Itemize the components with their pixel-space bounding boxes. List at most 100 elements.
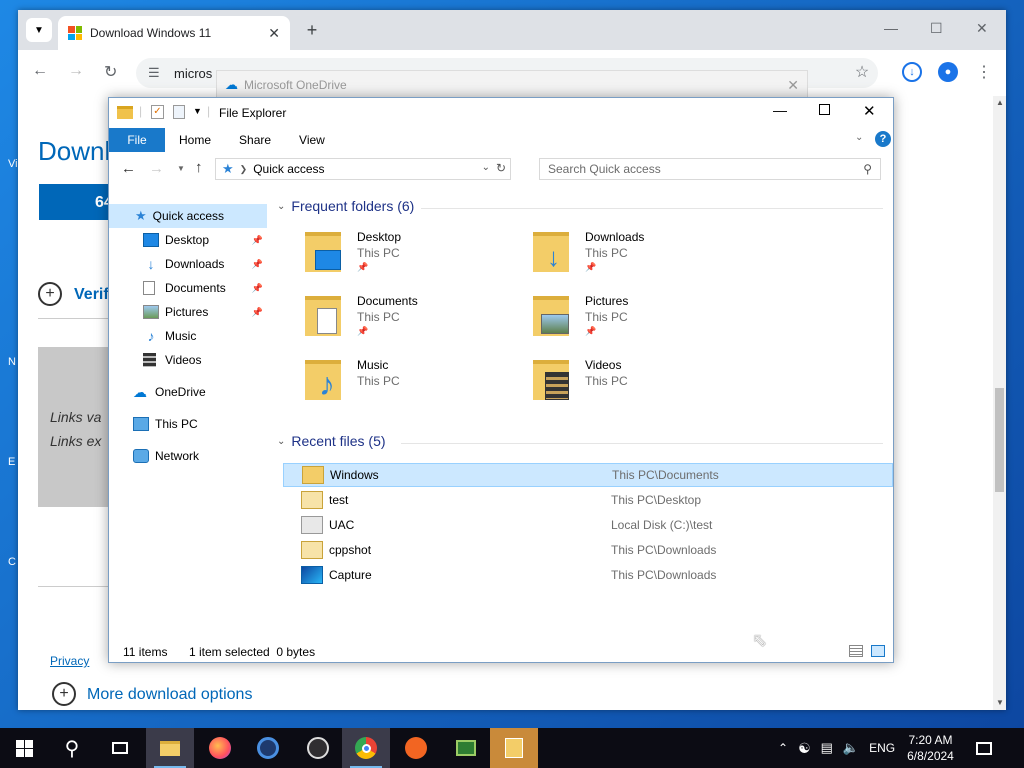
details-view-icon[interactable] bbox=[849, 645, 863, 657]
tab-search-button[interactable]: ▼ bbox=[26, 18, 52, 42]
close-button[interactable]: ✕ bbox=[863, 102, 876, 120]
forward-button[interactable]: → bbox=[68, 62, 84, 80]
menu-button[interactable]: ⋮ bbox=[972, 60, 996, 84]
sidebar-item-quick-access[interactable]: ★ Quick access bbox=[109, 204, 267, 228]
downloads-button[interactable]: ↓ bbox=[900, 60, 924, 84]
sync-icon[interactable]: ☯ bbox=[798, 740, 811, 757]
chevron-up-icon[interactable]: ⌃ bbox=[778, 741, 788, 755]
sidebar-item-music[interactable]: ♪ Music bbox=[109, 324, 267, 348]
sidebar-item-desktop[interactable]: Desktop 📌 bbox=[109, 228, 267, 252]
notifications-icon[interactable] bbox=[975, 741, 992, 755]
plus-circle-icon[interactable]: + bbox=[52, 682, 76, 706]
sidebar-item-onedrive[interactable]: ☁ OneDrive bbox=[109, 380, 267, 404]
list-item[interactable]: cppshot This PC\Downloads bbox=[283, 538, 893, 562]
list-item[interactable]: UAC Local Disk (C:)\test bbox=[283, 513, 893, 537]
tab-file[interactable]: File bbox=[109, 128, 165, 152]
start-button[interactable] bbox=[0, 728, 48, 768]
forward-arrow-icon[interactable]: → bbox=[149, 160, 164, 177]
back-arrow-icon[interactable]: ← bbox=[121, 160, 136, 177]
taskbar-obs[interactable] bbox=[294, 728, 342, 768]
onedrive-window[interactable]: ☁ Microsoft OneDrive ✕ bbox=[216, 70, 808, 100]
taskbar-firefox[interactable] bbox=[196, 728, 244, 768]
maximize-button[interactable]: ☐ bbox=[930, 20, 943, 37]
sidebar-item-this-pc[interactable]: This PC bbox=[109, 412, 267, 436]
recent-locations-icon[interactable]: ▼ bbox=[177, 164, 185, 173]
taskbar-app[interactable] bbox=[392, 728, 440, 768]
up-arrow-icon[interactable]: ↑ bbox=[195, 159, 203, 176]
search-input[interactable]: Search Quick access ⚲ bbox=[539, 158, 881, 180]
chevron-down-icon[interactable]: ⌄ bbox=[482, 162, 490, 173]
reload-button[interactable]: ↻ bbox=[104, 62, 117, 82]
scroll-down-icon[interactable]: ▼ bbox=[996, 698, 1004, 707]
scroll-up-icon[interactable]: ▲ bbox=[996, 98, 1004, 107]
clock[interactable]: 7:20 AM 6/8/2024 bbox=[907, 732, 954, 764]
plus-icon: + bbox=[306, 19, 318, 40]
folder-icon bbox=[160, 740, 180, 756]
back-button[interactable]: ← bbox=[32, 62, 48, 80]
large-icons-view-icon[interactable] bbox=[871, 645, 885, 657]
plus-circle-icon[interactable]: + bbox=[38, 282, 62, 306]
network-icon[interactable]: ▤ bbox=[821, 740, 833, 756]
desktop-icon-label[interactable]: N bbox=[8, 356, 16, 368]
folder-tile[interactable]: Pictures This PC 📌 bbox=[505, 294, 725, 350]
folder-tile[interactable]: ♪ Music This PC bbox=[277, 358, 497, 414]
tab-share[interactable]: Share bbox=[225, 128, 285, 152]
refresh-icon[interactable]: ↻ bbox=[496, 161, 506, 175]
folder-tile[interactable]: Documents This PC 📌 bbox=[277, 294, 497, 350]
profile-button[interactable]: ● bbox=[936, 60, 960, 84]
sidebar-item-downloads[interactable]: ↓ Downloads 📌 bbox=[109, 252, 267, 276]
more-download-options-link[interactable]: More download options bbox=[87, 686, 252, 704]
list-item[interactable]: Capture This PC\Downloads bbox=[283, 563, 893, 587]
close-icon[interactable]: ✕ bbox=[787, 77, 799, 94]
privacy-link[interactable]: Privacy bbox=[50, 654, 89, 668]
pin-icon[interactable]: 📌 bbox=[252, 235, 263, 246]
desktop-icon-label[interactable]: C bbox=[8, 556, 16, 568]
new-folder-icon[interactable] bbox=[173, 105, 185, 119]
language-indicator[interactable]: ENG bbox=[869, 741, 895, 755]
maximize-button[interactable] bbox=[819, 104, 830, 115]
list-item[interactable]: Windows This PC\Documents bbox=[283, 463, 893, 487]
taskbar-app[interactable] bbox=[442, 728, 490, 768]
taskbar-chrome[interactable] bbox=[342, 728, 390, 768]
sidebar-item-pictures[interactable]: Pictures 📌 bbox=[109, 300, 267, 324]
desktop-icon-label[interactable]: E bbox=[8, 456, 15, 468]
tab-home[interactable]: Home bbox=[165, 128, 225, 152]
list-item[interactable]: test This PC\Desktop bbox=[283, 488, 893, 512]
pin-icon: 📌 bbox=[357, 326, 369, 336]
properties-icon[interactable]: ✓ bbox=[151, 105, 164, 119]
expand-ribbon-icon[interactable]: ⌄ bbox=[855, 132, 863, 143]
pin-icon[interactable]: 📌 bbox=[252, 307, 263, 318]
help-icon[interactable]: ? bbox=[875, 131, 891, 147]
sidebar-item-documents[interactable]: Documents 📌 bbox=[109, 276, 267, 300]
frequent-folders-header[interactable]: ⌄ Frequent folders (6) bbox=[277, 198, 883, 214]
desktop-icon-label[interactable]: Vi bbox=[8, 158, 18, 170]
sidebar-item-network[interactable]: Network bbox=[109, 444, 267, 468]
browser-tab[interactable]: Download Windows 11 ✕ bbox=[58, 16, 290, 50]
scrollbar-thumb[interactable] bbox=[995, 388, 1004, 492]
folder-tile[interactable]: Videos This PC bbox=[505, 358, 725, 414]
minimize-button[interactable]: — bbox=[884, 20, 898, 36]
folder-tile[interactable]: ↓ Downloads This PC 📌 bbox=[505, 230, 725, 286]
scrollbar[interactable]: ▲ ▼ bbox=[993, 96, 1006, 710]
recent-files-header[interactable]: ⌄ Recent files (5) bbox=[277, 433, 883, 449]
folder-tile[interactable]: Desktop This PC 📌 bbox=[277, 230, 497, 286]
qat-dropdown-icon[interactable]: ▼ bbox=[193, 106, 202, 116]
search-button[interactable]: ⚲ bbox=[48, 728, 96, 768]
tab-view[interactable]: View bbox=[285, 128, 339, 152]
close-button[interactable]: ✕ bbox=[976, 20, 988, 37]
taskbar-file-explorer[interactable] bbox=[146, 728, 194, 768]
bookmark-button[interactable]: ☆ bbox=[850, 60, 874, 84]
pin-icon[interactable]: 📌 bbox=[252, 259, 263, 270]
task-view-button[interactable] bbox=[96, 728, 144, 768]
taskbar-app[interactable] bbox=[244, 728, 292, 768]
close-tab-icon[interactable]: ✕ bbox=[268, 25, 280, 42]
address-bar[interactable]: ★ ❯ Quick access ⌄ ↻ bbox=[215, 158, 511, 180]
minimize-button[interactable]: — bbox=[773, 102, 787, 118]
sidebar-item-videos[interactable]: Videos bbox=[109, 348, 267, 372]
site-info-icon[interactable]: ☰ bbox=[148, 65, 160, 81]
taskbar-app[interactable] bbox=[490, 728, 538, 768]
volume-muted-icon[interactable]: 🔈 bbox=[843, 740, 859, 756]
new-tab-button[interactable]: + bbox=[300, 18, 324, 42]
pin-icon[interactable]: 📌 bbox=[252, 283, 263, 294]
breadcrumb[interactable]: Quick access bbox=[253, 162, 324, 176]
